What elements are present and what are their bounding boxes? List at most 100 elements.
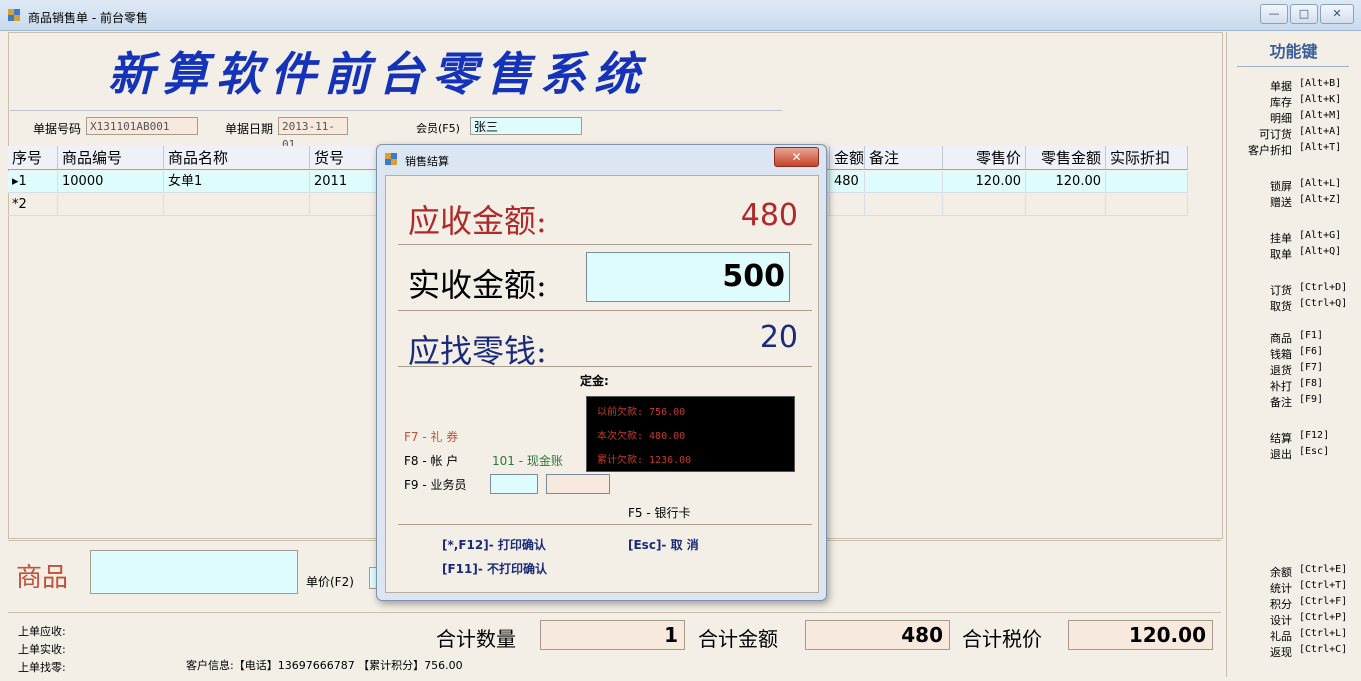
function-key-name: 客户折扣: [1248, 144, 1292, 157]
salesperson-code-input[interactable]: [490, 474, 538, 494]
function-key-item[interactable]: 补打 [F8]: [1227, 378, 1360, 394]
function-key-shortcut: [F6]: [1299, 346, 1324, 357]
cell-price[interactable]: [943, 194, 1026, 216]
total-debt: 累计欠款: 1236.00: [597, 455, 692, 466]
function-key-item[interactable]: 客户折扣 [Alt+T]: [1227, 142, 1360, 158]
function-key-item[interactable]: 积分 [Ctrl+F]: [1227, 596, 1360, 612]
account-value: 101 - 现金账: [492, 454, 563, 468]
cell-price[interactable]: 120.00: [943, 171, 1026, 193]
cell-note[interactable]: [865, 194, 943, 216]
function-key-name: 订货: [1270, 284, 1292, 297]
function-key-shortcut: [F12]: [1299, 430, 1330, 441]
product-entry-input[interactable]: [90, 550, 298, 594]
function-key-item[interactable]: 设计 [Ctrl+P]: [1227, 612, 1360, 628]
cell-seq: *2: [8, 194, 58, 216]
doc-no-label: 单据号码: [33, 122, 82, 136]
function-key-name: 取单: [1270, 248, 1292, 261]
function-key-name: 礼品: [1270, 630, 1292, 643]
cell-retail-amount[interactable]: [1026, 194, 1106, 216]
function-key-name: 商品: [1270, 332, 1292, 345]
function-key-shortcut: [Ctrl+P]: [1299, 612, 1348, 623]
amount-paid-input[interactable]: 500: [586, 252, 790, 302]
function-key-item[interactable]: 退货 [F7]: [1227, 362, 1360, 378]
function-key-item[interactable]: 锁屏 [Alt+L]: [1227, 178, 1360, 194]
cell-discount[interactable]: [1106, 171, 1188, 193]
function-key-shortcut: [Alt+M]: [1299, 110, 1342, 121]
bank-card-key[interactable]: F5 - 银行卡: [628, 504, 691, 521]
account-key[interactable]: F8 - 帐 户: [404, 452, 458, 469]
cell-code[interactable]: [58, 194, 164, 216]
function-key-name: 单据: [1270, 80, 1292, 93]
close-button[interactable]: ✕: [1320, 4, 1354, 24]
function-key-item[interactable]: 商品 [F1]: [1227, 330, 1360, 346]
function-key-divider: [1237, 66, 1349, 67]
doc-date-field[interactable]: 2013-11-01: [278, 117, 348, 151]
function-key-item[interactable]: 退出 [Esc]: [1227, 446, 1360, 462]
function-key-item[interactable]: 明细 [Alt+M]: [1227, 110, 1360, 126]
minimize-button[interactable]: —: [1260, 4, 1288, 24]
function-key-item[interactable]: 统计 [Ctrl+T]: [1227, 580, 1360, 596]
function-key-item[interactable]: 赠送 [Alt+Z]: [1227, 194, 1360, 210]
price-label: 单价(F2): [306, 575, 354, 589]
app-icon: [8, 9, 20, 21]
dialog-close-button[interactable]: ✕: [774, 147, 819, 167]
function-key-item[interactable]: 返现 [Ctrl+C]: [1227, 644, 1360, 660]
amount-paid-label: 实收金额:: [408, 266, 547, 304]
function-key-shortcut: [Esc]: [1299, 446, 1330, 457]
col-code[interactable]: 商品编号: [58, 146, 164, 170]
col-seq[interactable]: 序号: [8, 146, 58, 170]
member-field[interactable]: 张三: [470, 117, 582, 135]
banner-title: 新算软件前台零售系统: [108, 47, 648, 101]
col-amount[interactable]: 金额: [830, 146, 865, 170]
function-key-name: 积分: [1270, 598, 1292, 611]
function-key-name: 挂单: [1270, 232, 1292, 245]
function-key-item[interactable]: 取单 [Alt+Q]: [1227, 246, 1360, 262]
dialog-titlebar: 销售结算 ✕: [377, 145, 826, 173]
cell-note[interactable]: [865, 171, 943, 193]
function-key-item[interactable]: 取货 [Ctrl+Q]: [1227, 298, 1360, 314]
cell-retail-amount[interactable]: 120.00: [1026, 171, 1106, 193]
cancel-button[interactable]: [Esc]- 取 消: [628, 536, 699, 553]
function-key-shortcut: [Alt+Q]: [1299, 246, 1342, 257]
col-price[interactable]: 零售价: [943, 146, 1026, 170]
function-key-item[interactable]: 可订货 [Alt+A]: [1227, 126, 1360, 142]
col-name[interactable]: 商品名称: [164, 146, 310, 170]
function-key-item[interactable]: 余额 [Ctrl+E]: [1227, 564, 1360, 580]
salesperson-key[interactable]: F9 - 业务员: [404, 476, 467, 493]
function-key-item[interactable]: 单据 [Alt+B]: [1227, 78, 1360, 94]
col-discount[interactable]: 实际折扣: [1106, 146, 1188, 170]
function-key-item[interactable]: 挂单 [Alt+G]: [1227, 230, 1360, 246]
salesperson-name-input[interactable]: [546, 474, 610, 494]
function-key-item[interactable]: 礼品 [Ctrl+L]: [1227, 628, 1360, 644]
cell-amount[interactable]: 480: [830, 171, 865, 193]
doc-no-field[interactable]: X131101AB001: [86, 117, 198, 135]
function-key-shortcut: [Ctrl+Q]: [1299, 298, 1348, 309]
app-icon: [385, 153, 397, 165]
function-key-name: 返现: [1270, 646, 1292, 659]
function-key-item[interactable]: 备注 [F9]: [1227, 394, 1360, 410]
cell-name[interactable]: [164, 194, 310, 216]
total-amount-label: 合计金额: [698, 627, 778, 651]
cell-amount[interactable]: [830, 194, 865, 216]
cell-discount[interactable]: [1106, 194, 1188, 216]
gift-voucher-key[interactable]: F7 - 礼 券: [404, 428, 458, 445]
function-key-name: 补打: [1270, 380, 1292, 393]
no-print-confirm-button[interactable]: [F11]- 不打印确认: [442, 560, 547, 577]
function-key-shortcut: [Ctrl+F]: [1299, 596, 1348, 607]
col-retail-amount[interactable]: 零售金额: [1026, 146, 1106, 170]
deposit-label: 定金:: [580, 374, 609, 388]
function-key-item[interactable]: 订货 [Ctrl+D]: [1227, 282, 1360, 298]
function-key-shortcut: [Alt+L]: [1299, 178, 1342, 189]
maximize-button[interactable]: □: [1290, 4, 1318, 24]
function-key-shortcut: [Ctrl+C]: [1299, 644, 1348, 655]
function-key-item[interactable]: 钱箱 [F6]: [1227, 346, 1360, 362]
function-key-title: 功能键: [1269, 42, 1318, 61]
cell-code[interactable]: 10000: [58, 171, 164, 193]
function-key-shortcut: [Ctrl+E]: [1299, 564, 1348, 575]
function-key-item[interactable]: 结算 [F12]: [1227, 430, 1360, 446]
cell-name[interactable]: 女单1: [164, 171, 310, 193]
print-confirm-button[interactable]: [*,F12]- 打印确认: [442, 536, 546, 553]
function-key-shortcut: [Alt+T]: [1299, 142, 1342, 153]
function-key-item[interactable]: 库存 [Alt+K]: [1227, 94, 1360, 110]
col-note[interactable]: 备注: [865, 146, 943, 170]
